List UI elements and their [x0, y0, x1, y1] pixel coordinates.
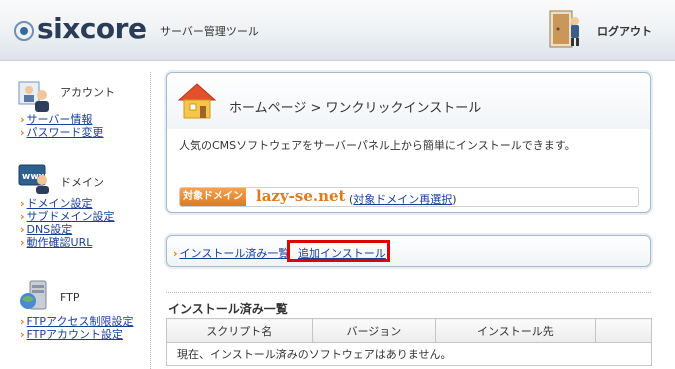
empty-message: 現在、インストール済みのソフトウェアはありません。 [166, 342, 652, 366]
logo-text: sixcore [37, 12, 147, 45]
installed-table: スクリプト名 バージョン インストール先 現在、インストール済みのソフトウェアは… [166, 318, 653, 366]
sidebar-item-domain-settings[interactable]: › ドメイン設定 [20, 197, 115, 210]
domain-reselect-link[interactable]: 対象ドメイン再選択 [353, 193, 452, 206]
arrow-icon: › [173, 247, 178, 260]
sidebar-item-dns-settings[interactable]: › DNS設定 [20, 223, 115, 236]
highlight-box [287, 240, 390, 262]
sidebar-links-domain: › ドメイン設定 › サブドメイン設定 › DNS設定 › 動作確認URL [20, 197, 115, 249]
logout-button[interactable]: ログアウト [597, 23, 652, 39]
sidebar-item-password-change[interactable]: › パスワード変更 [20, 126, 104, 139]
sixcore-logo-icon [14, 21, 34, 41]
arrow-icon: › [20, 328, 25, 341]
sidebar-item-check-url[interactable]: › 動作確認URL [20, 236, 115, 249]
section-divider [166, 292, 651, 293]
column-header-version: バージョン [311, 318, 437, 343]
table-row: 現在、インストール済みのソフトウェアはありません。 [166, 342, 652, 366]
arrow-icon: › [20, 210, 25, 223]
logo-subtitle: サーバー管理ツール [160, 25, 259, 38]
arrow-icon: › [20, 197, 25, 210]
arrow-icon: › [20, 113, 25, 126]
tab-installed-list[interactable]: › インストール済み一覧 [173, 245, 289, 261]
sidebar-item-server-info[interactable]: › サーバー情報 [20, 113, 104, 126]
column-header-action [594, 318, 653, 343]
domain-change-wrapper: (対象ドメイン再選択) [349, 193, 457, 206]
target-domain-bar: 対象ドメイン lazy-se.net (対象ドメイン再選択) [179, 187, 639, 207]
arrow-icon: › [20, 236, 25, 249]
account-icon [18, 81, 49, 112]
www-domain-icon: www [18, 164, 49, 194]
arrow-icon: › [20, 315, 25, 328]
house-icon [177, 83, 217, 119]
sidebar-title-domain: ドメイン [60, 176, 104, 189]
install-panel: ホームページ > ワンクリックインストール 人気のCMSソフトウェアをサーバーパ… [166, 72, 651, 213]
ftp-icon [20, 280, 47, 310]
sidebar-links-ftp: › FTPアクセス制限設定 › FTPアカウント設定 [20, 315, 133, 341]
sidebar-title-ftp: FTP [60, 291, 80, 304]
door-exit-icon[interactable] [548, 9, 586, 49]
panel-header: ホームページ > ワンクリックインストール [167, 73, 650, 129]
column-header-script: スクリプト名 [166, 318, 313, 343]
sidebar-title-account: アカウント [60, 86, 115, 99]
sidebar: アカウント › サーバー情報 › パスワード変更 www ドメイン › ドメイン設定 … [0, 61, 150, 369]
panel-description: 人気のCMSソフトウェアをサーバーパネル上から簡単にインストールできます。 [179, 139, 576, 152]
target-domain-name: lazy-se.net [256, 187, 346, 205]
target-domain-badge: 対象ドメイン [180, 188, 246, 206]
sidebar-divider [150, 72, 151, 369]
column-header-install-path: インストール先 [435, 318, 596, 343]
app-header: sixcore サーバー管理ツール ログアウト [0, 0, 675, 61]
sidebar-item-subdomain-settings[interactable]: › サブドメイン設定 [20, 210, 115, 223]
page-title: ホームページ > ワンクリックインストール [229, 101, 482, 116]
installed-section-title: インストール済み一覧 [168, 302, 288, 316]
sidebar-item-ftp-access-limit[interactable]: › FTPアクセス制限設定 [20, 315, 133, 328]
arrow-icon: › [20, 126, 25, 139]
arrow-icon: › [20, 223, 25, 236]
sidebar-links-account: › サーバー情報 › パスワード変更 [20, 113, 104, 139]
install-tab-bar: › インストール済み一覧 追加インストール [166, 235, 651, 267]
sidebar-item-ftp-account[interactable]: › FTPアカウント設定 [20, 328, 133, 341]
table-header-row: スクリプト名 バージョン インストール先 [166, 318, 653, 343]
